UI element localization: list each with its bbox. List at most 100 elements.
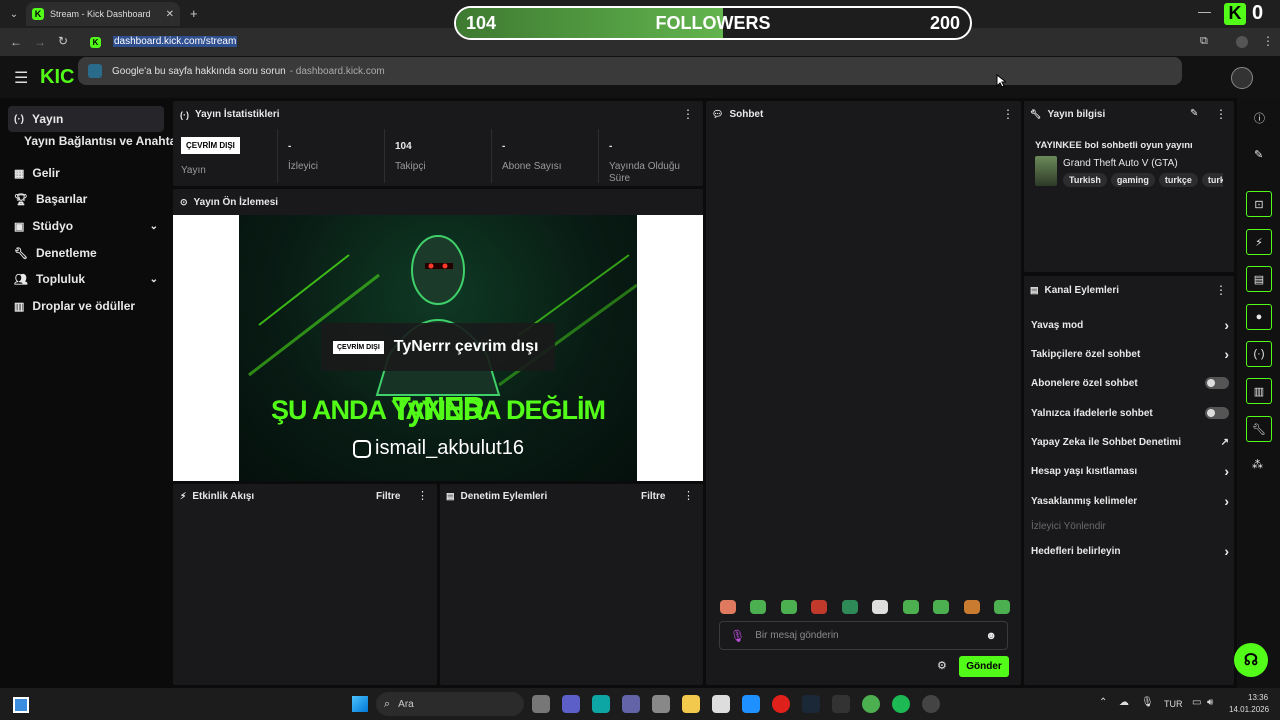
volume-icon[interactable]: 🔊︎ [1207,697,1213,708]
tab-list-icon[interactable]: ⌄ [6,6,22,22]
emote-icon[interactable] [841,600,858,614]
channel-action-goals[interactable]: Hedefleri belirleyin › [1031,541,1229,561]
microphone-icon[interactable]: 🎙︎ [1141,697,1154,708]
opera-icon[interactable] [772,695,790,713]
url-field[interactable]: dashboard.kick.com/stream [113,36,238,47]
more-apps-icon[interactable]: ⁂ [1252,458,1263,471]
document-icon[interactable]: ▤ [1246,266,1272,292]
extensions-icon[interactable]: ⧉ [1200,35,1208,48]
sidebar-item-droplar[interactable]: ▥ Droplar ve ödüller [8,293,164,319]
sidebar-item-gelir[interactable]: ▦ Gelir [8,160,164,186]
microphone-icon[interactable]: 🎙︎ [730,629,745,643]
store-icon[interactable] [712,695,730,713]
game-name[interactable]: Grand Theft Auto V (GTA) [1063,158,1178,169]
teams-work-icon[interactable] [622,695,640,713]
avatar[interactable] [1231,67,1253,89]
settings-gear-icon[interactable]: ⚙︎ [937,659,947,672]
layout-icon[interactable]: ▥ [1246,378,1272,404]
steam-icon[interactable] [802,695,820,713]
browser-tab[interactable]: K Stream - Kick Dashboard ✕ [26,2,180,26]
sidebar-item-yayin[interactable]: (·) Yayın [8,106,164,132]
sidebar-item-basarilar[interactable]: 🏆︎ Başarılar [8,186,164,212]
stat-label: Abone Sayısı [502,161,562,172]
broadcast-icon[interactable]: (·) [1246,341,1272,367]
monitor-icon[interactable]: ▭ [1192,697,1201,708]
sidebar-item-stream-key[interactable]: Yayın Bağlantısı ve Anahtarı [24,134,184,148]
channel-action-banned-words[interactable]: Yasaklanmış kelimeler › [1031,491,1229,511]
info-icon[interactable]: ⓘ [1254,110,1265,126]
suggestion-domain: - dashboard.kick.com [289,65,385,77]
taskbar: ⌕ Ara ⌃ ☁︎ 🎙︎ TUR ▭ 🔊︎ 13:36 14.01.2026 [0,688,1280,720]
emote-icon[interactable] [872,600,889,614]
minimize-icon[interactable]: — [1198,4,1211,19]
more-options-icon[interactable]: ⋮ [1002,107,1014,121]
emote-icon[interactable] [933,600,950,614]
emote-icon[interactable] [780,600,797,614]
taskbar-search[interactable]: ⌕ Ara [376,692,524,716]
channel-action-slow-mode[interactable]: Yavaş mod › [1031,315,1229,335]
more-options-icon[interactable]: ⋮ [682,107,694,121]
task-view-icon[interactable] [532,695,550,713]
forward-icon[interactable]: → [34,35,46,49]
chat-input[interactable]: 🎙︎ Bir mesaj gönderin ☻ [719,621,1008,650]
send-button[interactable]: Gönder [959,656,1009,677]
folder-icon[interactable] [682,695,700,713]
emote-icon[interactable] [750,600,767,614]
edge-icon[interactable] [592,695,610,713]
emote-icon[interactable] [811,600,828,614]
emote-icon[interactable] [963,600,980,614]
cloud-icon[interactable]: ☁︎ [1119,697,1129,708]
toggle-switch[interactable] [1205,377,1229,389]
spotify-icon[interactable] [892,695,910,713]
filter-button[interactable]: Filtre [641,491,665,502]
sidebar-item-topluluk[interactable]: 👥︎ Topluluk ⌄ [8,266,164,292]
file-explorer-icon[interactable] [13,697,29,713]
chevron-up-icon[interactable]: ⌃ [1099,697,1107,708]
channel-action-ai-moderation[interactable]: Yapay Zeka ile Sohbet Denetimi ↗ [1031,432,1229,452]
more-options-icon[interactable]: ⋮ [1215,283,1227,297]
channel-action-followers-only[interactable]: Takipçilere özel sohbet › [1031,344,1229,364]
tab-close-icon[interactable]: ✕ [166,9,174,20]
language-indicator[interactable]: TUR [1164,699,1183,709]
filter-button[interactable]: Filtre [376,491,400,502]
chrome-icon[interactable] [862,695,880,713]
scan-icon[interactable]: ⊡ [1246,191,1272,217]
settings-gear-icon[interactable] [652,695,670,713]
emoji-icon[interactable]: ☻ [985,630,997,642]
clock-time[interactable]: 13:36 [1248,693,1268,702]
windows-start-icon[interactable] [352,696,368,712]
sidebar-item-studyo[interactable]: ▣ Stüdyo ⌄ [8,213,164,239]
bolt-icon[interactable]: ⚡︎ [1246,229,1272,255]
back-icon[interactable]: ← [10,35,22,49]
more-options-icon[interactable]: ⋮ [417,489,428,502]
edit-pencil-icon[interactable]: ✎ [1190,108,1198,119]
hamburger-menu-icon[interactable]: ☰ [14,68,28,88]
epic-games-icon[interactable] [832,695,850,713]
new-tab-icon[interactable]: + [190,6,198,21]
teams-icon[interactable] [562,695,580,713]
mail-icon[interactable] [742,695,760,713]
emote-icon[interactable] [993,600,1010,614]
revenue-icon: ▦ [14,167,25,180]
reload-icon[interactable]: ↻ [58,34,68,48]
wrench-icon[interactable]: 🔧︎ [1246,416,1272,442]
toggle-switch[interactable] [1205,407,1229,419]
activity-feed-panel: ⚡︎ Etkinlik Akışı Filtre ⋮ [173,484,437,685]
obs-icon[interactable] [922,695,940,713]
more-options-icon[interactable]: ⋮ [1215,107,1227,121]
support-headset-icon[interactable]: ☊ [1234,643,1268,677]
channel-action-account-age[interactable]: Hesap yaşı kısıtlaması › [1031,461,1229,481]
offline-badge: ÇEVRİM DIŞI [333,340,384,354]
kick-wordmark-logo[interactable]: KIC [40,66,74,89]
more-options-icon[interactable]: ⋮ [683,489,694,502]
panel-title: Sohbet [729,109,764,120]
emote-icon[interactable] [902,600,919,614]
omnibox-suggestion[interactable]: Google'a bu sayfa hakkında soru sorun - … [78,57,1182,85]
edit-pencil-icon[interactable]: ✎ [1254,148,1263,161]
browser-menu-icon[interactable]: ⋮ [1262,34,1274,48]
clock-date[interactable]: 14.01.2026 [1229,705,1269,714]
emote-icon[interactable] [720,600,736,614]
profile-icon[interactable] [1236,36,1248,48]
sidebar-item-denetleme[interactable]: 🔧︎ Denetleme [8,240,164,266]
chat-bubble-icon[interactable]: ● [1246,304,1272,330]
